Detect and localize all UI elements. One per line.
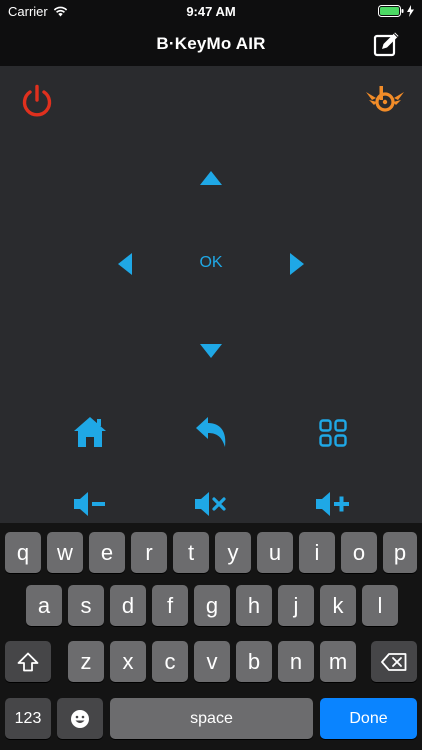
key-z[interactable]: z	[68, 641, 104, 682]
battery-icon	[378, 5, 404, 17]
key-x[interactable]: x	[110, 641, 146, 682]
volume-up-icon[interactable]	[315, 490, 351, 518]
key-c[interactable]: c	[152, 641, 188, 682]
key-n[interactable]: n	[278, 641, 314, 682]
power-icon[interactable]	[20, 84, 54, 118]
brand-logo-icon[interactable]	[364, 84, 406, 116]
numbers-key[interactable]: 123	[5, 698, 51, 739]
key-b[interactable]: b	[236, 641, 272, 682]
key-y[interactable]: y	[215, 532, 251, 573]
ok-button[interactable]: OK	[180, 254, 242, 272]
key-o[interactable]: o	[341, 532, 377, 573]
key-s[interactable]: s	[68, 585, 104, 626]
navigation-bar: B·KeyMo AIR	[0, 22, 422, 66]
remote-panel: OK	[0, 66, 422, 524]
backspace-icon	[381, 652, 407, 671]
key-u[interactable]: u	[257, 532, 293, 573]
key-f[interactable]: f	[152, 585, 188, 626]
page-title: B·KeyMo AIR	[156, 34, 266, 53]
key-q[interactable]: q	[5, 532, 41, 573]
shift-icon	[17, 652, 39, 671]
key-e[interactable]: e	[89, 532, 125, 573]
key-l[interactable]: l	[362, 585, 398, 626]
space-key[interactable]: space	[110, 698, 313, 739]
battery-group	[378, 5, 414, 17]
home-icon[interactable]	[73, 416, 107, 448]
charging-bolt-icon	[407, 5, 414, 17]
key-j[interactable]: j	[278, 585, 314, 626]
arrow-left-icon[interactable]	[117, 252, 133, 276]
key-k[interactable]: k	[320, 585, 356, 626]
keyboard: q w e r t y u i o p a s d f g h j k l z …	[0, 523, 422, 750]
key-g[interactable]: g	[194, 585, 230, 626]
key-r[interactable]: r	[131, 532, 167, 573]
mute-icon[interactable]	[194, 490, 228, 518]
arrow-up-icon[interactable]	[199, 170, 223, 186]
key-t[interactable]: t	[173, 532, 209, 573]
key-w[interactable]: w	[47, 532, 83, 573]
emoji-icon	[71, 709, 89, 728]
key-a[interactable]: a	[26, 585, 62, 626]
done-key[interactable]: Done	[320, 698, 417, 739]
arrow-down-icon[interactable]	[199, 343, 223, 359]
key-v[interactable]: v	[194, 641, 230, 682]
arrow-right-icon[interactable]	[289, 252, 305, 276]
back-icon[interactable]	[194, 416, 228, 448]
key-i[interactable]: i	[299, 532, 335, 573]
shift-key[interactable]	[5, 641, 51, 682]
edit-icon[interactable]	[372, 30, 402, 58]
delete-key[interactable]	[371, 641, 417, 682]
key-m[interactable]: m	[320, 641, 356, 682]
key-d[interactable]: d	[110, 585, 146, 626]
emoji-key[interactable]	[57, 698, 103, 739]
status-bar: Carrier 9:47 AM	[0, 0, 422, 22]
key-h[interactable]: h	[236, 585, 272, 626]
apps-grid-icon[interactable]	[319, 419, 347, 447]
volume-down-icon[interactable]	[73, 490, 107, 518]
status-time: 9:47 AM	[186, 4, 236, 19]
key-p[interactable]: p	[383, 532, 417, 573]
